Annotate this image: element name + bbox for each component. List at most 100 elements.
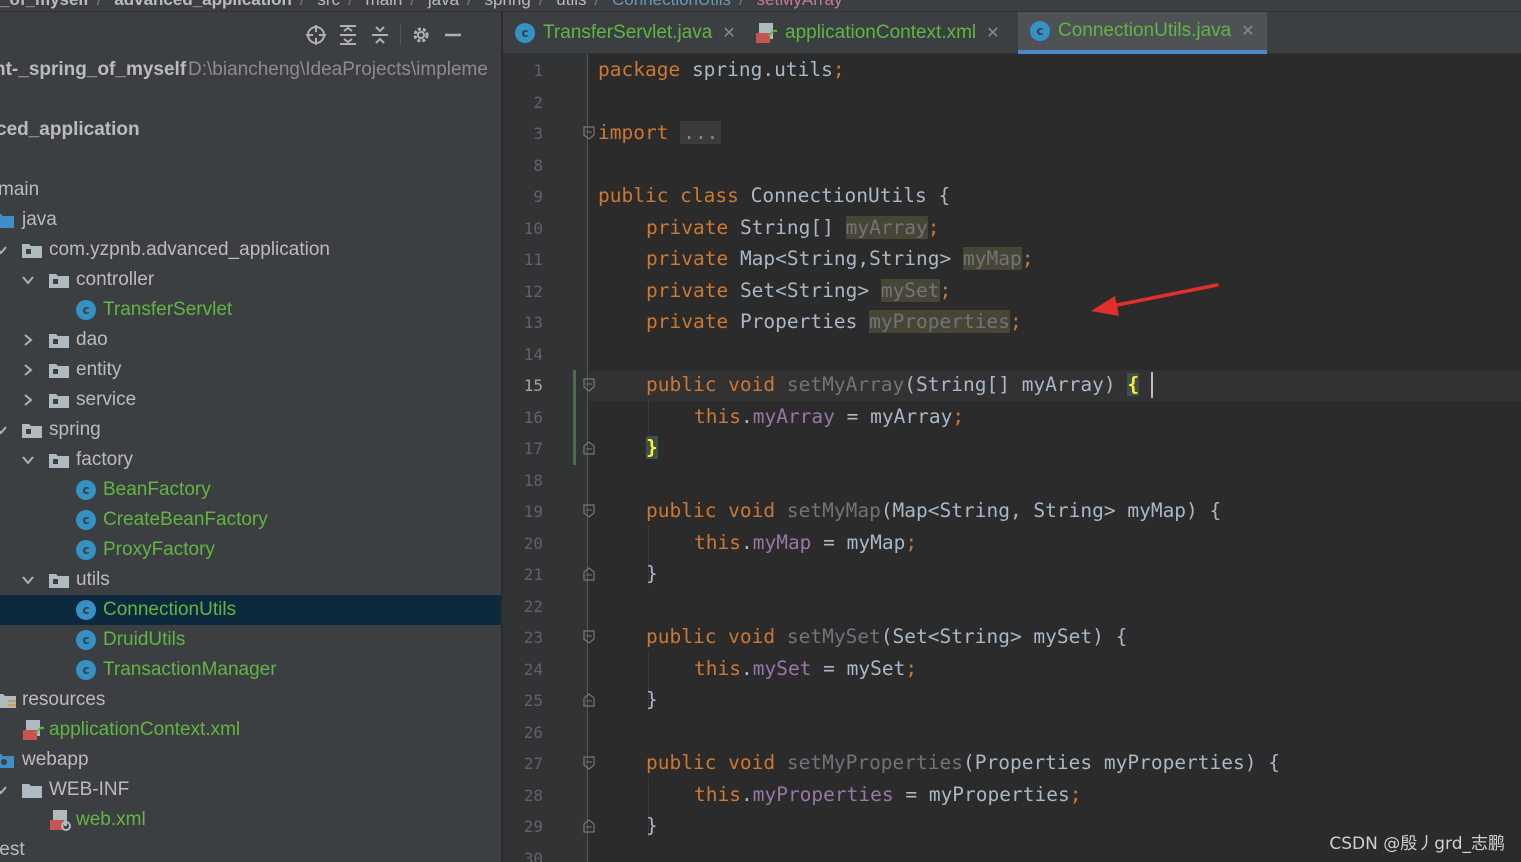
hide-icon[interactable] xyxy=(437,21,469,49)
fold-end-icon[interactable] xyxy=(583,693,595,707)
tree-item-webapp[interactable]: webapp xyxy=(0,745,501,775)
editor-tabs: c TransferServlet.java ✕ applicationCont… xyxy=(503,12,1521,54)
line-number: 26 xyxy=(523,723,543,742)
locate-icon[interactable] xyxy=(300,21,332,49)
chevron-right-icon[interactable] xyxy=(21,393,35,407)
breadcrumb-item[interactable]: utils xyxy=(556,0,586,9)
fold-icon[interactable] xyxy=(583,630,595,644)
tree-item-factory[interactable]: factory xyxy=(0,445,501,475)
tree-item-druidutils[interactable]: c DruidUtils xyxy=(0,625,501,655)
chevron-right-icon[interactable] xyxy=(21,333,35,347)
tree-item-module[interactable]: ced_application xyxy=(0,115,501,145)
fold-icon[interactable] xyxy=(583,378,595,392)
tree-item-label: utils xyxy=(76,569,110,590)
chevron-down-icon[interactable] xyxy=(21,453,35,467)
package-icon xyxy=(49,454,69,468)
tree-item-label: BeanFactory xyxy=(103,479,211,500)
chevron-down-icon[interactable] xyxy=(0,243,8,257)
line-number: 9 xyxy=(533,187,543,206)
tree-item-package[interactable]: com.yzpnb.advanced_application xyxy=(0,235,501,265)
tree-item-label: test xyxy=(0,839,25,860)
tree-item-label: com.yzpnb.advanced_application xyxy=(49,239,330,260)
tree-item-utils[interactable]: utils xyxy=(0,565,501,595)
close-icon[interactable]: ✕ xyxy=(986,23,999,43)
tree-item-transferservlet[interactable]: c TransferServlet xyxy=(0,295,501,325)
breadcrumb-item[interactable]: setMyArray xyxy=(757,0,843,9)
close-icon[interactable]: ✕ xyxy=(722,23,735,43)
settings-icon[interactable] xyxy=(405,21,437,49)
tree-item-webxml[interactable]: web.xml xyxy=(0,805,501,835)
fold-end-icon[interactable] xyxy=(583,819,595,833)
code-editor[interactable]: 1 2 3 8 9 10 11 12 13 14 15 16 17 18 19 … xyxy=(503,54,1521,862)
line-number: 21 xyxy=(523,565,543,584)
tree-item-resources[interactable]: resources xyxy=(0,685,501,715)
tree-item-proxyfactory[interactable]: c ProxyFactory xyxy=(0,535,501,565)
java-class-icon: c xyxy=(76,480,96,500)
tab-applicationcontext[interactable]: applicationContext.xml ✕ xyxy=(755,12,1000,54)
fold-end-icon[interactable] xyxy=(583,441,595,455)
folded-imports[interactable]: ... xyxy=(680,121,722,144)
project-panel: nt-_spring_of_myself D:\biancheng\IdeaPr… xyxy=(0,12,502,862)
tree-item-service[interactable]: service xyxy=(0,385,501,415)
line-number: 18 xyxy=(523,471,543,490)
tree-item-createbeanfactory[interactable]: c CreateBeanFactory xyxy=(0,505,501,535)
tree-item-dao[interactable]: dao xyxy=(0,325,501,355)
breadcrumb-item[interactable]: ConnectionUtils xyxy=(612,0,731,9)
toolbar-divider xyxy=(400,25,401,45)
expand-all-icon[interactable] xyxy=(332,21,364,49)
breadcrumb-item[interactable]: main xyxy=(366,0,403,9)
breadcrumb-item[interactable]: src xyxy=(317,0,340,9)
vcs-change-marker xyxy=(573,370,576,465)
chevron-down-icon[interactable] xyxy=(21,573,35,587)
tree-item-connectionutils[interactable]: c ConnectionUtils xyxy=(0,595,501,625)
tree-item-entity[interactable]: entity xyxy=(0,355,501,385)
tree-item-label: webapp xyxy=(22,749,89,770)
tree-item-test[interactable]: test xyxy=(0,835,501,862)
tree-item-label: java xyxy=(22,209,57,230)
code-line: } xyxy=(646,436,658,459)
close-icon[interactable]: ✕ xyxy=(1241,21,1254,41)
chevron-down-icon[interactable] xyxy=(0,423,8,437)
tree-item-label: controller xyxy=(76,269,155,290)
tab-transferservlet[interactable]: c TransferServlet.java ✕ xyxy=(515,12,736,54)
line-number: 24 xyxy=(523,660,543,679)
tree-item-java[interactable]: java xyxy=(0,205,501,235)
breadcrumb-item[interactable]: java xyxy=(428,0,459,9)
tree-item-project-root[interactable]: nt-_spring_of_myself D:\biancheng\IdeaPr… xyxy=(0,55,501,85)
chevron-down-icon[interactable] xyxy=(0,783,8,797)
fold-icon[interactable] xyxy=(583,756,595,770)
web-folder-icon xyxy=(0,754,14,768)
code-line: public void setMySet(Set<String> mySet) … xyxy=(646,625,1128,648)
tree-item-controller[interactable]: controller xyxy=(0,265,501,295)
collapse-all-icon[interactable] xyxy=(364,21,396,49)
folder-icon xyxy=(22,784,42,798)
line-number: 23 xyxy=(523,628,543,647)
tree-item-transactionmanager[interactable]: c TransactionManager xyxy=(0,655,501,685)
line-number: 27 xyxy=(523,754,543,773)
fold-icon[interactable] xyxy=(583,126,595,140)
tab-connectionutils[interactable]: c ConnectionUtils.java ✕ xyxy=(1018,12,1267,54)
fold-end-icon[interactable] xyxy=(583,567,595,581)
tree-item-label: spring xyxy=(49,419,101,440)
tree-item-main[interactable]: main xyxy=(0,175,501,205)
tree-item-web-inf[interactable]: WEB-INF xyxy=(0,775,501,805)
tree-item-label: ced_application xyxy=(0,119,140,140)
code-line: } xyxy=(646,562,658,585)
breadcrumb-item[interactable]: _of_myself xyxy=(0,0,89,9)
tree-item-label: entity xyxy=(76,359,122,380)
code-line: package spring.utils; xyxy=(598,58,845,81)
xml-file-icon xyxy=(50,810,71,831)
tree-item-beanfactory[interactable]: c BeanFactory xyxy=(0,475,501,505)
fold-icon[interactable] xyxy=(583,504,595,518)
line-number: 13 xyxy=(523,313,543,332)
tree-item-spring[interactable]: spring xyxy=(0,415,501,445)
code-line: public void setMyMap(Map<String, String>… xyxy=(646,499,1222,522)
line-number: 1 xyxy=(533,61,543,80)
chevron-down-icon[interactable] xyxy=(21,273,35,287)
tree-item-applicationcontext[interactable]: applicationContext.xml xyxy=(0,715,501,745)
breadcrumb-item[interactable]: spring xyxy=(485,0,531,9)
chevron-right-icon[interactable] xyxy=(21,363,35,377)
source-folder-icon xyxy=(0,214,14,228)
package-icon xyxy=(49,364,69,378)
breadcrumb-item[interactable]: advanced_application xyxy=(114,0,292,9)
